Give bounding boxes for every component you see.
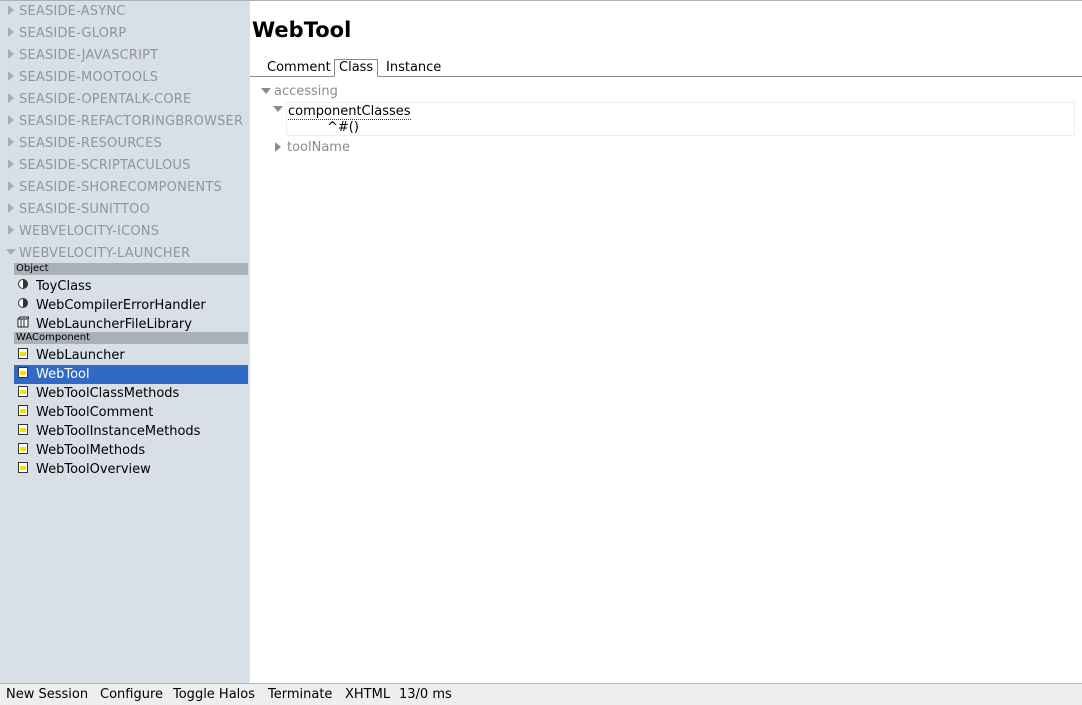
collapse-triangle-icon[interactable]: [273, 106, 283, 112]
sidebar: SEASIDE-ASYNC SEASIDE-GLORP SEASIDE-JAVA…: [0, 0, 250, 683]
component-icon: [18, 348, 28, 359]
render-timing: 13/0 ms: [399, 687, 452, 702]
expand-triangle-icon[interactable]: [8, 27, 14, 37]
package-item[interactable]: SEASIDE-SCRIPTACULOUS: [0, 155, 250, 177]
half-circle-icon: [18, 279, 28, 289]
expand-triangle-icon[interactable]: [8, 225, 14, 235]
class-item[interactable]: ToyClass: [14, 277, 248, 296]
class-item[interactable]: WebLauncher: [14, 346, 248, 365]
class-item[interactable]: WebToolOverview: [14, 460, 248, 479]
protocol-accessing[interactable]: accessing: [261, 84, 461, 100]
expand-triangle-icon[interactable]: [275, 142, 281, 152]
package-item[interactable]: SEASIDE-SHORECOMPONENTS: [0, 177, 250, 199]
tab-bar: Comment Class Instance: [250, 59, 1082, 77]
method-source[interactable]: ^#(): [327, 120, 359, 135]
toggle-halos-link[interactable]: Toggle Halos: [173, 687, 255, 702]
class-item[interactable]: WebCompilerErrorHandler: [14, 296, 248, 315]
class-group-header: WAComponent: [14, 332, 248, 344]
collapse-triangle-icon[interactable]: [6, 249, 16, 255]
collapse-triangle-icon[interactable]: [261, 88, 271, 94]
expand-triangle-icon[interactable]: [8, 203, 14, 213]
package-item-expanded[interactable]: WEBVELOCITY-LAUNCHER: [0, 243, 250, 265]
package-item[interactable]: SEASIDE-RESOURCES: [0, 133, 250, 155]
method-editor[interactable]: componentClasses ^#(): [286, 102, 1075, 136]
package-item[interactable]: WEBVELOCITY-ICONS: [0, 221, 250, 243]
method-name[interactable]: componentClasses: [288, 104, 411, 120]
package-item[interactable]: SEASIDE-MOOTOOLS: [0, 67, 250, 89]
terminate-link[interactable]: Terminate: [268, 687, 332, 702]
main-panel: WebTool Comment Class Instance accessing…: [250, 0, 1082, 683]
configure-link[interactable]: Configure: [100, 687, 163, 702]
status-bar: New Session Configure Toggle Halos Termi…: [0, 683, 1082, 705]
method-toolname[interactable]: toolName: [275, 140, 475, 156]
package-item[interactable]: SEASIDE-GLORP: [0, 23, 250, 45]
expand-triangle-icon[interactable]: [8, 93, 14, 103]
package-item[interactable]: SEASIDE-SUNITTOO: [0, 199, 250, 221]
package-item[interactable]: SEASIDE-JAVASCRIPT: [0, 45, 250, 67]
expand-triangle-icon[interactable]: [8, 71, 14, 81]
component-icon: [18, 405, 28, 416]
component-icon: [18, 443, 28, 454]
component-icon: [18, 424, 28, 435]
half-circle-icon: [18, 298, 28, 308]
new-session-link[interactable]: New Session: [6, 687, 88, 702]
class-group-header: Object: [14, 263, 248, 275]
tab-comment[interactable]: Comment: [263, 59, 335, 76]
class-item[interactable]: WebToolInstanceMethods: [14, 422, 248, 441]
class-item[interactable]: WebToolClassMethods: [14, 384, 248, 403]
class-item[interactable]: WebToolComment: [14, 403, 248, 422]
expand-triangle-icon[interactable]: [8, 49, 14, 59]
expand-triangle-icon[interactable]: [8, 159, 14, 169]
component-icon: [18, 367, 28, 378]
class-item[interactable]: WebToolMethods: [14, 441, 248, 460]
component-icon: [18, 386, 28, 397]
class-item-selected[interactable]: WebTool: [14, 365, 248, 384]
expand-triangle-icon[interactable]: [8, 137, 14, 147]
component-icon: [18, 462, 28, 473]
xhtml-link[interactable]: XHTML: [345, 687, 390, 702]
tab-class[interactable]: Class: [334, 59, 379, 77]
package-item[interactable]: SEASIDE-ASYNC: [0, 1, 250, 23]
page-title: WebTool: [252, 18, 352, 42]
tab-instance[interactable]: Instance: [382, 59, 445, 76]
expand-triangle-icon[interactable]: [8, 115, 14, 125]
package-item[interactable]: SEASIDE-OPENTALK-CORE: [0, 89, 250, 111]
library-icon: [17, 316, 29, 328]
expand-triangle-icon[interactable]: [8, 181, 14, 191]
package-item[interactable]: SEASIDE-REFACTORINGBROWSER: [0, 111, 250, 133]
expand-triangle-icon[interactable]: [8, 5, 14, 15]
